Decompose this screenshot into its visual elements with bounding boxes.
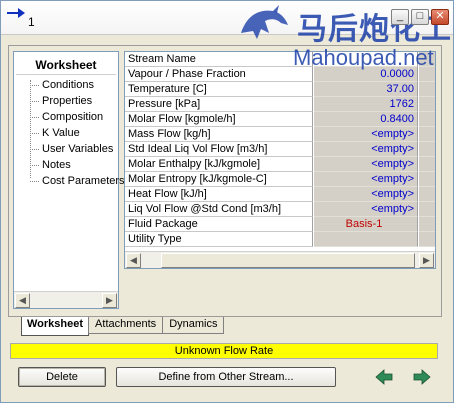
row-label: Molar Entropy [kJ/kgmole-C] — [125, 172, 313, 187]
tree-item-composition[interactable]: Composition — [30, 109, 103, 125]
table-row: Std Ideal Liq Vol Flow [m3/h] <empty> — [125, 142, 435, 157]
table-row: Utility Type — [125, 232, 435, 247]
tab-dynamics[interactable]: Dynamics — [162, 317, 225, 334]
row-label: Pressure [kPa] — [125, 97, 313, 112]
row-value[interactable]: <empty> — [314, 187, 418, 202]
row-label: Std Ideal Liq Vol Flow [m3/h] — [125, 142, 313, 157]
row-value[interactable]: <empty> — [314, 157, 418, 172]
status-bar: Unknown Flow Rate — [10, 343, 438, 359]
tree-item-cost-parameters[interactable]: Cost Parameters — [30, 173, 125, 189]
grid-extra-column — [419, 187, 435, 202]
stream-window: 1 马后炮化工 _ □ ✕ Mahoupad.net Worksheet Con… — [0, 0, 454, 403]
stream-arrow-icon — [7, 8, 25, 18]
row-value[interactable]: <empty> — [314, 127, 418, 142]
table-row: Heat Flow [kJ/h] <empty> — [125, 187, 435, 202]
row-value[interactable]: 1762 — [314, 97, 418, 112]
window-controls: _ □ ✕ — [391, 9, 449, 25]
row-value[interactable]: 0.8400 — [314, 112, 418, 127]
maximize-button[interactable]: □ — [411, 9, 429, 25]
define-from-other-stream-button[interactable]: Define from Other Stream... — [116, 367, 336, 387]
header-label: Stream Name — [125, 52, 313, 67]
arrow-left-icon[interactable] — [375, 369, 393, 385]
table-row: Molar Enthalpy [kJ/kgmole] <empty> — [125, 157, 435, 172]
row-value[interactable]: <empty> — [314, 202, 418, 217]
delete-button[interactable]: Delete — [18, 367, 106, 387]
row-value[interactable]: 37.00 — [314, 82, 418, 97]
window-title: 1 — [28, 15, 35, 29]
row-label: Molar Flow [kgmole/h] — [125, 112, 313, 127]
tree-title[interactable]: Worksheet — [14, 58, 118, 72]
row-label: Molar Enthalpy [kJ/kgmole] — [125, 157, 313, 172]
grid-extra-column — [419, 112, 435, 127]
scroll-right-icon[interactable]: ▶ — [102, 293, 117, 308]
row-label: Heat Flow [kJ/h] — [125, 187, 313, 202]
grid-extra-column — [419, 172, 435, 187]
scroll-right-icon[interactable]: ▶ — [419, 253, 434, 268]
table-row: Pressure [kPa] 1762 — [125, 97, 435, 112]
tab-bar: Worksheet Attachments Dynamics — [21, 317, 225, 336]
tree-item-notes[interactable]: Notes — [30, 157, 71, 173]
row-label: Mass Flow [kg/h] — [125, 127, 313, 142]
tree-horizontal-scrollbar[interactable]: ◀ ▶ — [14, 291, 118, 308]
worksheet-panel: Worksheet Conditions Properties Composit… — [8, 45, 442, 317]
row-label: Utility Type — [125, 232, 313, 247]
tree-item-conditions[interactable]: Conditions — [30, 77, 94, 93]
row-label: Fluid Package — [125, 217, 313, 232]
grid-horizontal-scrollbar[interactable]: ◀ ▶ — [125, 251, 435, 268]
watermark-horse-logo — [241, 5, 288, 39]
watermark-english: Mahoupad.net — [293, 45, 434, 70]
tab-attachments[interactable]: Attachments — [88, 317, 164, 334]
scroll-left-icon[interactable]: ◀ — [126, 253, 141, 268]
grid-extra-column — [419, 202, 435, 217]
minimize-button[interactable]: _ — [391, 9, 409, 25]
row-value[interactable]: <empty> — [314, 172, 418, 187]
arrow-right-icon[interactable] — [413, 369, 431, 385]
tree-item-user-variables[interactable]: User Variables — [30, 141, 113, 157]
table-row: Molar Entropy [kJ/kgmole-C] <empty> — [125, 172, 435, 187]
tree-divider — [16, 74, 116, 75]
scroll-left-icon[interactable]: ◀ — [15, 293, 30, 308]
grid-extra-column — [419, 142, 435, 157]
table-row: Fluid Package Basis-1 — [125, 217, 435, 232]
scroll-thumb[interactable] — [161, 253, 415, 268]
grid-extra-column — [419, 97, 435, 112]
title-bar[interactable]: 1 马后炮化工 _ □ ✕ — [1, 1, 453, 46]
grid-extra-column — [419, 217, 435, 232]
fluid-package-value[interactable]: Basis-1 — [314, 217, 418, 232]
tree-item-k-value[interactable]: K Value — [30, 125, 80, 141]
row-label: Vapour / Phase Fraction — [125, 67, 313, 82]
row-label: Liq Vol Flow @Std Cond [m3/h] — [125, 202, 313, 217]
navigation-tree: Worksheet Conditions Properties Composit… — [13, 51, 125, 309]
table-row: Temperature [C] 37.00 — [125, 82, 435, 97]
row-value[interactable] — [314, 232, 418, 247]
tree-item-properties[interactable]: Properties — [30, 93, 92, 109]
grid-extra-column — [419, 127, 435, 142]
grid-extra-column — [419, 82, 435, 97]
table-row: Mass Flow [kg/h] <empty> — [125, 127, 435, 142]
stream-properties-grid: Stream Name Vapour / Phase Fraction 0.00… — [124, 51, 436, 269]
close-button[interactable]: ✕ — [431, 9, 449, 25]
grid-extra-column — [419, 232, 435, 247]
row-label: Temperature [C] — [125, 82, 313, 97]
tab-worksheet[interactable]: Worksheet — [21, 317, 90, 336]
table-row: Molar Flow [kgmole/h] 0.8400 — [125, 112, 435, 127]
row-value[interactable]: <empty> — [314, 142, 418, 157]
grid-extra-column — [419, 157, 435, 172]
table-row: Liq Vol Flow @Std Cond [m3/h] <empty> — [125, 202, 435, 217]
